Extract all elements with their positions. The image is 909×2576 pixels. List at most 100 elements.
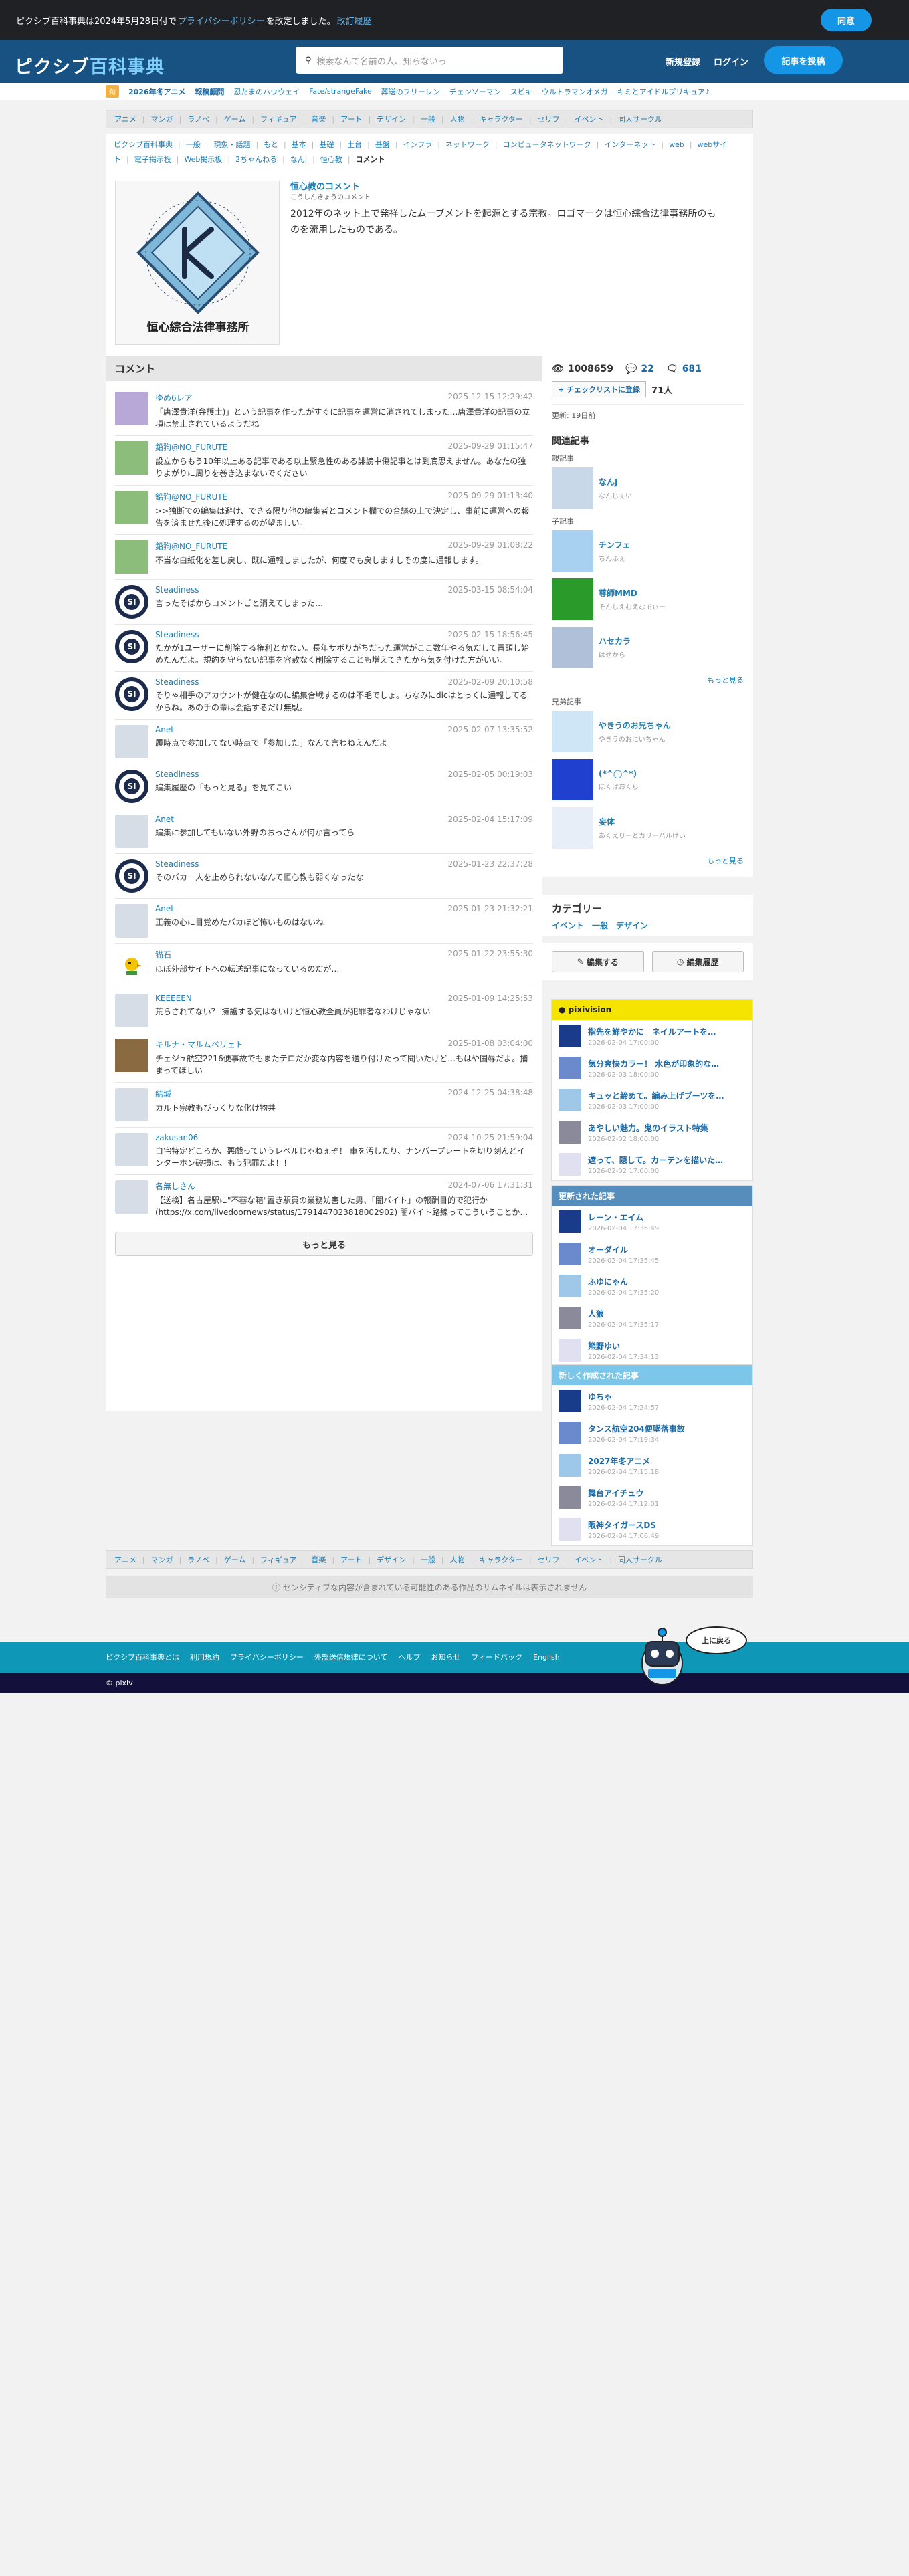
breadcrumb-link[interactable]: ネットワーク [445,140,490,149]
breadcrumb-link[interactable]: 基盤 [375,140,390,149]
login-link[interactable]: ログイン [714,55,748,68]
updated-article-item-thumbnail[interactable] [559,1275,581,1297]
agree-button[interactable]: 同意 [821,9,872,31]
related-item[interactable]: ハセカラ はせから [552,627,744,668]
category-link[interactable]: デザイン [616,920,648,931]
pixivision-item[interactable]: 指先を鮮やかに ネイルアートを… 2026-02-04 17:00:00 [552,1020,752,1052]
related-item[interactable]: 尊師MMD そんしえむえむでぃー [552,578,744,620]
related-item[interactable]: (*^◯^*) ぼくはおくら [552,759,744,800]
new-article-item[interactable]: ゆちゃ 2026-02-04 17:24:57 [552,1385,752,1417]
new-article-item[interactable]: 2027年冬アニメ 2026-02-04 17:15:18 [552,1449,752,1481]
related-title[interactable]: ハセカラ [599,635,631,647]
comment-author[interactable]: 鉛狗@NO_FURUTE [155,540,227,552]
post-article-button[interactable]: 記事を投稿 [764,46,843,74]
new-article-item[interactable]: 舞台アイチュウ 2026-02-04 17:12:01 [552,1481,752,1513]
related-thumbnail[interactable] [552,807,593,849]
comment-author[interactable]: 名無しさん [155,1180,195,1192]
checklist-button[interactable]: + チェックリストに登録 [552,381,647,397]
avatar[interactable]: SI [115,677,148,711]
pixivision-item-title[interactable]: 気分爽快カラー！ 水色が印象的な… [588,1058,742,1069]
pixivision-item-title[interactable]: キュッと締めて。編み上げブーツを… [588,1090,742,1101]
new-article-item-thumbnail[interactable] [559,1486,581,1509]
breadcrumb-link[interactable]: 現象・話題 [213,140,250,149]
new-article-item-thumbnail[interactable] [559,1422,581,1444]
breadcrumb-link[interactable]: インフラ [403,140,433,149]
breadcrumb-link[interactable]: なんJ [290,155,307,164]
new-article-item-title[interactable]: 舞台アイチュウ [588,1487,742,1499]
breadcrumb-link[interactable]: web [669,140,684,149]
related-item[interactable]: 妄体 あくえりーとカリーバルけい [552,807,744,849]
category-tab[interactable]: 人物 [450,114,465,124]
new-article-item[interactable]: 阪神タイガースDS 2026-02-04 17:06:49 [552,1513,752,1545]
new-article-item-thumbnail[interactable] [559,1454,581,1477]
revision-history-link[interactable]: 改訂履歴 [337,14,372,27]
updated-article-item-title[interactable]: オーダイル [588,1244,742,1255]
avatar[interactable] [115,1133,148,1166]
avatar[interactable] [115,949,148,982]
comment-author[interactable]: 結城 [155,1088,171,1099]
trending-item[interactable]: 報稿顧問 [195,86,224,97]
footer-link[interactable]: フィードバック [471,1652,522,1662]
footer-category-tab[interactable]: セリフ [538,1554,560,1565]
trending-item[interactable]: Fate/strangeFake [309,87,372,96]
category-tab[interactable]: デザイン [377,114,406,124]
new-article-item-thumbnail[interactable] [559,1518,581,1541]
comment-author[interactable]: Anet [155,725,174,734]
trending-item[interactable]: スピキ [510,86,532,97]
avatar[interactable] [115,904,148,938]
pixivision-item-title[interactable]: 遮って、隠して。カーテンを描いた… [588,1154,742,1166]
footer-category-tab[interactable]: マンガ [151,1554,173,1565]
updated-article-item-title[interactable]: ふゆにゃん [588,1276,742,1287]
pixivision-item-thumbnail[interactable] [559,1025,581,1047]
comment-author[interactable]: 鉛狗@NO_FURUTE [155,491,227,502]
category-tab[interactable]: アート [340,114,362,124]
category-tab[interactable]: フィギュア [260,114,297,124]
breadcrumb-link[interactable]: 基礎 [319,140,334,149]
avatar[interactable]: SI [115,859,148,893]
pixivision-item[interactable]: キュッと締めて。編み上げブーツを… 2026-02-03 17:00:00 [552,1084,752,1116]
footer-category-tab[interactable]: デザイン [377,1554,406,1565]
footer-category-tab[interactable]: キャラクター [479,1554,523,1565]
related-thumbnail[interactable] [552,627,593,668]
related-thumbnail[interactable] [552,467,593,509]
category-tab[interactable]: 音楽 [311,114,326,124]
related-item[interactable]: やきうのお兄ちゃん やきうのおにいちゃん [552,711,744,752]
search-input[interactable]: ⚲ 検索なんて名前の人、知らないっ [296,47,563,74]
trending-item[interactable]: チェンソーマン [449,86,501,97]
avatar[interactable] [115,392,148,425]
footer-link[interactable]: プライバシーポリシー [230,1652,304,1662]
footer-category-tab[interactable]: 一般 [421,1554,435,1565]
new-article-item-title[interactable]: タンス航空204便墜落事故 [588,1423,742,1434]
footer-category-tab[interactable]: フィギュア [260,1554,297,1565]
pixivision-item-thumbnail[interactable] [559,1153,581,1176]
comment-author[interactable]: zakusan06 [155,1133,198,1142]
avatar[interactable] [115,1088,148,1121]
avatar[interactable] [115,994,148,1027]
avatar[interactable] [115,1180,148,1214]
footer-link[interactable]: English [533,1653,560,1662]
breadcrumb-link[interactable]: Web掲示板 [184,155,222,164]
footer-link[interactable]: 利用規約 [190,1652,219,1662]
category-tab[interactable]: アニメ [114,114,136,124]
updated-article-item[interactable]: ふゆにゃん 2026-02-04 17:35:20 [552,1270,752,1302]
footer-category-tab[interactable]: ラノベ [187,1554,209,1565]
comment-author[interactable]: KEEEEEN [155,994,192,1003]
trending-item[interactable]: 葬送のフリーレン [381,86,440,97]
footer-link[interactable]: ピクシブ百科事典とは [106,1652,179,1662]
breadcrumb-link[interactable]: インターネット [604,140,655,149]
comment-author[interactable]: ゆめ6レア [155,392,193,403]
child-more-link[interactable]: もっと見る [707,676,744,685]
updated-article-item[interactable]: 熊野ゆい 2026-02-04 17:34:13 [552,1334,752,1366]
category-tab[interactable]: 同人サークル [618,114,662,124]
breadcrumb-link[interactable]: 基本 [292,140,306,149]
breadcrumb-link[interactable]: 恒心教 [320,155,342,164]
comment-author[interactable]: Steadiness [155,585,199,595]
pixivision-item-title[interactable]: 指先を鮮やかに ネイルアートを… [588,1026,742,1037]
history-button[interactable]: ◷ 編集履歴 [651,951,744,972]
sibling-more-link[interactable]: もっと見る [707,857,744,865]
breadcrumb-link[interactable]: もと [264,140,278,149]
comment-author[interactable]: Steadiness [155,770,199,779]
updated-article-item-thumbnail[interactable] [559,1243,581,1265]
pixivision-item[interactable]: 遮って、隠して。カーテンを描いた… 2026-02-02 17:00:00 [552,1148,752,1180]
footer-category-tab[interactable]: 音楽 [311,1554,326,1565]
